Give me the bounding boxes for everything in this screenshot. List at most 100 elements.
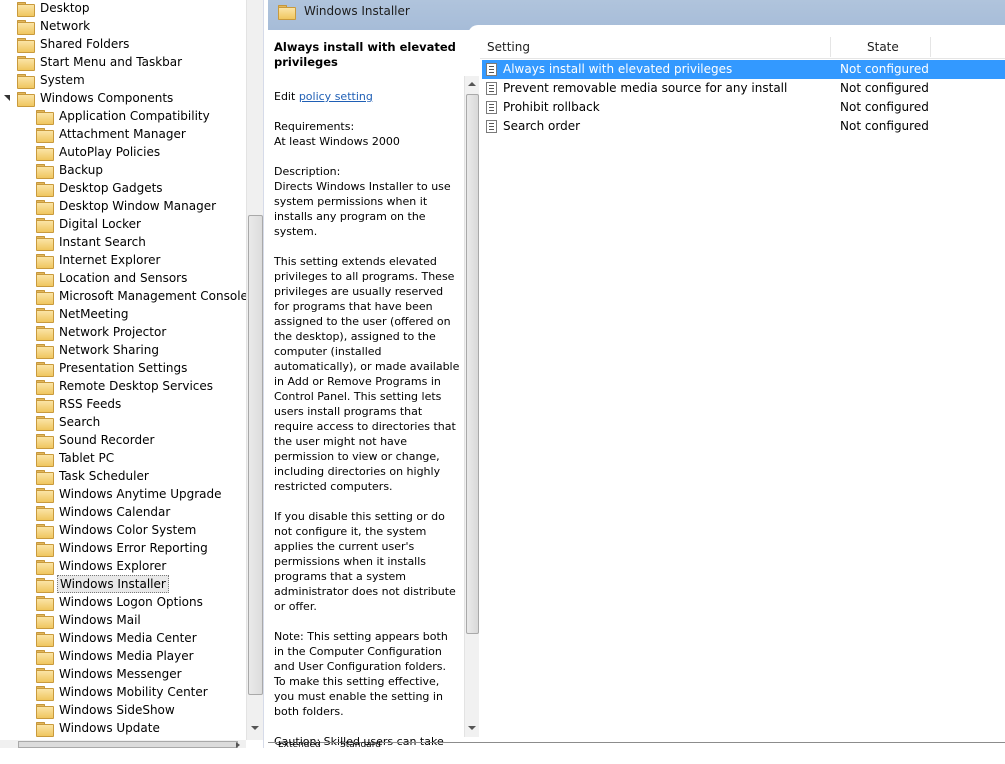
tree-item[interactable]: Windows Anytime Upgrade (22, 485, 224, 503)
tree-scroll-thumb[interactable] (248, 215, 263, 695)
tree-item-label: Network (40, 19, 91, 33)
tree-vertical-scrollbar[interactable] (246, 0, 263, 740)
tree-item-label: Remote Desktop Services (59, 379, 214, 393)
setting-row[interactable]: Prohibit rollback Not configured (482, 98, 1005, 117)
tree-item[interactable]: Windows Installer (22, 575, 169, 593)
tree-item[interactable]: Presentation Settings (22, 359, 189, 377)
tree-item[interactable]: Application Compatibility (22, 107, 212, 125)
description-scroll-thumb[interactable] (466, 94, 479, 634)
tree-item[interactable]: Digital Locker (22, 215, 143, 233)
tree-item[interactable]: Windows Error Reporting (22, 539, 210, 557)
tree-item[interactable]: Sound Recorder (22, 431, 156, 449)
tree-item[interactable]: RSS Feeds (22, 395, 123, 413)
tree-item-label: Windows Error Reporting (59, 541, 208, 555)
tree-item[interactable]: Windows Mail (22, 611, 143, 629)
tree-item[interactable]: Microsoft Management Console (22, 287, 246, 305)
tree-item[interactable]: AutoPlay Policies (22, 143, 162, 161)
tree-item[interactable]: Windows Logon Options (22, 593, 205, 611)
folder-icon (17, 73, 35, 89)
tree-item-label: AutoPlay Policies (59, 145, 161, 159)
folder-icon (36, 379, 54, 395)
folder-icon (36, 577, 54, 593)
tree-item-label: Windows Installer (57, 575, 169, 593)
column-separator[interactable] (930, 37, 931, 57)
tree-item[interactable]: Desktop Window Manager (22, 197, 218, 215)
tree-item[interactable]: Task Scheduler (22, 467, 151, 485)
tree-item-label: Windows SideShow (59, 703, 175, 717)
scroll-down-arrow-icon[interactable] (251, 726, 259, 730)
tree-item[interactable]: Internet Explorer (22, 251, 162, 269)
tree-item[interactable]: Network (3, 17, 92, 35)
edit-prefix: Edit (274, 90, 299, 103)
tree-item[interactable]: Windows Mobility Center (22, 683, 210, 701)
tree-item[interactable]: NetMeeting (22, 305, 130, 323)
tree-item[interactable]: Start Menu and Taskbar (3, 53, 184, 71)
collapsed-arrow-icon[interactable] (22, 287, 32, 305)
folder-icon (36, 649, 54, 665)
tree-item-label: Windows Media Player (59, 649, 194, 663)
collapsed-arrow-icon[interactable] (22, 161, 32, 179)
collapsed-arrow-icon[interactable] (22, 197, 32, 215)
folder-icon (36, 145, 54, 161)
tree-item[interactable]: Location and Sensors (22, 269, 189, 287)
tree-item[interactable]: Windows Components (3, 89, 175, 107)
tree-item[interactable]: Backup (22, 161, 105, 179)
folder-icon (36, 415, 54, 431)
collapsed-arrow-icon[interactable] (22, 449, 32, 467)
tree-item[interactable]: Windows Media Player (22, 647, 196, 665)
scroll-right-arrow-icon[interactable] (236, 742, 240, 748)
tree-item-label: Shared Folders (40, 37, 130, 51)
tree-item-label: Attachment Manager (59, 127, 186, 141)
folder-icon (36, 235, 54, 251)
tree-item[interactable]: Desktop Gadgets (22, 179, 165, 197)
tree-item[interactable]: Windows Messenger (22, 665, 184, 683)
tree-item-label: Windows Explorer (59, 559, 167, 573)
collapsed-arrow-icon[interactable] (22, 539, 32, 557)
column-header-setting[interactable]: Setting (487, 35, 530, 59)
tree-item-label: Start Menu and Taskbar (40, 55, 183, 69)
collapsed-arrow-icon[interactable] (3, 71, 13, 89)
tree-item[interactable]: Windows Calendar (22, 503, 172, 521)
collapsed-arrow-icon[interactable] (3, 0, 13, 17)
collapsed-arrow-icon[interactable] (22, 647, 32, 665)
tree-item[interactable]: Windows Explorer (22, 557, 168, 575)
collapsed-arrow-icon[interactable] (3, 17, 13, 35)
tree-item[interactable]: Remote Desktop Services (22, 377, 215, 395)
scroll-up-arrow-icon[interactable] (468, 82, 476, 86)
tree-item[interactable]: Search (22, 413, 102, 431)
tree-item[interactable]: Network Projector (22, 323, 168, 341)
tree-item[interactable]: Desktop (3, 0, 92, 17)
tree-item[interactable]: Windows Color System (22, 521, 198, 539)
collapsed-arrow-icon[interactable] (22, 377, 32, 395)
collapsed-arrow-icon[interactable] (22, 251, 32, 269)
tree-item-label: Windows Components (40, 91, 174, 105)
tree-item[interactable]: System (3, 71, 87, 89)
tree-item[interactable]: Instant Search (22, 233, 148, 251)
tree-hscroll-thumb[interactable] (18, 741, 238, 748)
expanded-arrow-icon[interactable] (3, 89, 13, 107)
setting-row[interactable]: Always install with elevated privileges N… (482, 60, 1005, 79)
column-separator[interactable] (830, 37, 831, 57)
tree-item[interactable]: Attachment Manager (22, 125, 188, 143)
tree-horizontal-scrollbar[interactable] (0, 740, 246, 748)
collapsed-arrow-icon[interactable] (22, 557, 32, 575)
tree-item[interactable]: Network Sharing (22, 341, 161, 359)
tree-item[interactable]: Windows Update (22, 719, 162, 737)
edit-policy-setting-link[interactable]: policy setting (299, 90, 373, 103)
tree-item[interactable]: Windows Media Center (22, 629, 199, 647)
tree-item[interactable]: Shared Folders (3, 35, 131, 53)
tree-item[interactable]: Tablet PC (22, 449, 116, 467)
description-scrollbar[interactable] (464, 76, 479, 737)
collapsed-arrow-icon[interactable] (22, 305, 32, 323)
column-header-state[interactable]: State (867, 35, 899, 59)
setting-row[interactable]: Prevent removable media source for any i… (482, 79, 1005, 98)
tree-item-label: Windows Logon Options (59, 595, 203, 609)
setting-row[interactable]: Search order Not configured (482, 117, 1005, 136)
scroll-down-arrow-icon[interactable] (468, 726, 476, 730)
tree-item[interactable]: Windows SideShow (22, 701, 177, 719)
description-title: Always install with elevated privileges (274, 40, 456, 69)
